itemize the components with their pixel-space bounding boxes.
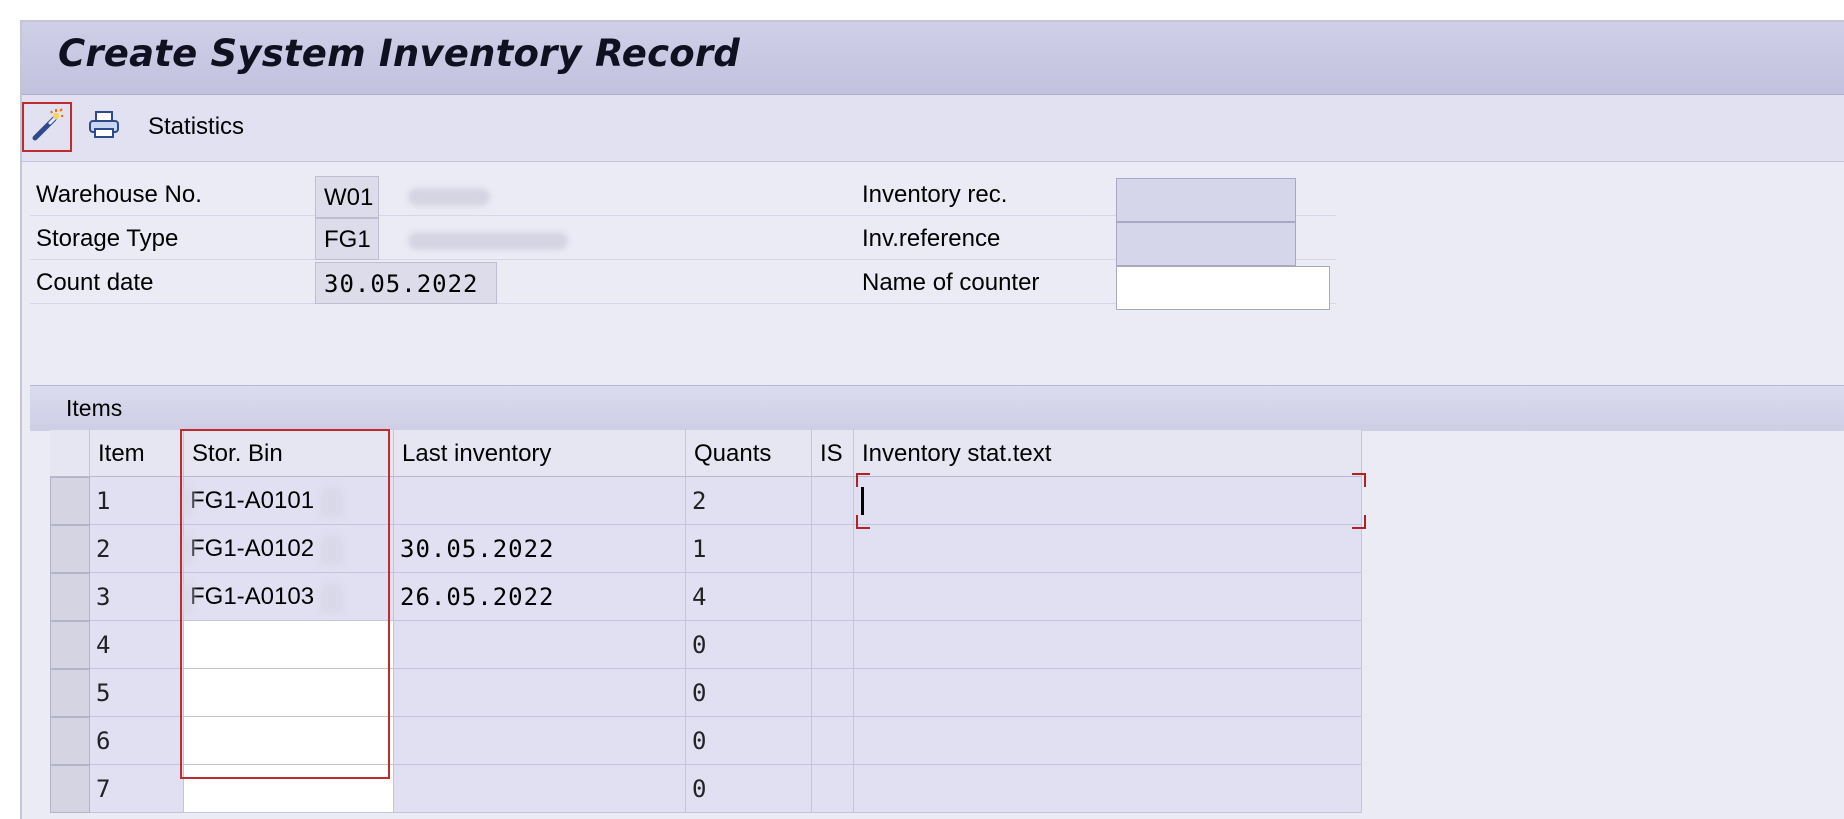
storage-type-description <box>408 232 568 250</box>
quants-cell: 1 <box>686 525 812 573</box>
last-inventory-cell <box>394 765 686 813</box>
item-cell: 6 <box>90 717 184 765</box>
col-inventory-stat-text[interactable]: Inventory stat.text <box>854 430 1362 477</box>
quants-cell: 4 <box>686 573 812 621</box>
focus-corner <box>856 515 870 529</box>
inv-reference-field[interactable] <box>1116 222 1296 266</box>
is-cell <box>812 621 854 669</box>
inventory-stat-text-input[interactable] <box>854 621 1362 669</box>
inventory-stat-text-input[interactable] <box>854 765 1362 813</box>
inventory-stat-text-input[interactable] <box>854 525 1362 573</box>
application-toolbar: Statistics <box>22 95 1844 162</box>
item-cell: 5 <box>90 669 184 717</box>
quants-cell: 2 <box>686 477 812 525</box>
warehouse-field[interactable]: W01 <box>315 176 379 218</box>
magic-wand-button[interactable] <box>22 102 72 152</box>
last-inventory-cell <box>394 477 686 525</box>
inventory-stat-text-input[interactable] <box>854 573 1362 621</box>
focus-corner <box>1352 515 1366 529</box>
last-inventory-cell <box>394 717 686 765</box>
is-cell <box>812 765 854 813</box>
last-inventory-cell: 30.05.2022 <box>394 525 686 573</box>
focus-corner <box>856 473 870 487</box>
is-cell <box>812 669 854 717</box>
row-selector[interactable] <box>50 477 90 525</box>
header-fields: Warehouse No. W01 Storage Type FG1 Count… <box>30 174 1530 364</box>
items-header: Items <box>30 385 1844 431</box>
item-cell: 4 <box>90 621 184 669</box>
item-cell: 1 <box>90 477 184 525</box>
row-selector[interactable] <box>50 765 90 813</box>
inventory-stat-text-input[interactable] <box>854 477 1362 525</box>
warehouse-description <box>408 188 490 206</box>
sap-window: Create System Inventory Record Statistic… <box>20 20 1844 819</box>
is-cell <box>812 717 854 765</box>
print-icon <box>87 110 121 145</box>
last-inventory-cell <box>394 621 686 669</box>
stor-bin-highlight <box>180 429 390 779</box>
inventory-stat-text-input[interactable] <box>854 717 1362 765</box>
focus-corner <box>1352 473 1366 487</box>
row-selector[interactable] <box>50 717 90 765</box>
item-cell: 3 <box>90 573 184 621</box>
magic-wand-icon <box>30 107 64 147</box>
quants-cell: 0 <box>686 669 812 717</box>
item-cell: 2 <box>90 525 184 573</box>
items-title: Items <box>66 395 123 421</box>
is-cell <box>812 525 854 573</box>
statistics-button[interactable]: Statistics <box>148 102 244 152</box>
storage-type-field[interactable]: FG1 <box>315 218 379 260</box>
row-selector[interactable] <box>50 525 90 573</box>
quants-cell: 0 <box>686 765 812 813</box>
is-cell <box>812 573 854 621</box>
col-is[interactable]: IS <box>812 430 854 477</box>
quants-cell: 0 <box>686 621 812 669</box>
items-panel: Items Item Stor. Bin Last inventory Quan… <box>30 385 1844 819</box>
print-button[interactable] <box>82 102 126 152</box>
counter-name-input[interactable] <box>1116 266 1330 310</box>
item-cell: 7 <box>90 765 184 813</box>
col-item[interactable]: Item <box>90 430 184 477</box>
col-last-inventory[interactable]: Last inventory <box>394 430 686 477</box>
row-selector[interactable] <box>50 669 90 717</box>
row-selector[interactable] <box>50 573 90 621</box>
page-title: Create System Inventory Record <box>58 32 740 75</box>
inventory-rec-field[interactable] <box>1116 178 1296 222</box>
text-cursor <box>861 487 864 515</box>
last-inventory-cell <box>394 669 686 717</box>
count-date-field[interactable]: 30.05.2022 <box>315 262 497 304</box>
last-inventory-cell: 26.05.2022 <box>394 573 686 621</box>
col-quants[interactable]: Quants <box>686 430 812 477</box>
row-selector[interactable] <box>50 621 90 669</box>
inventory-stat-text-input[interactable] <box>854 669 1362 717</box>
select-all-corner[interactable] <box>50 430 90 477</box>
title-bar: Create System Inventory Record <box>22 22 1844 95</box>
is-cell <box>812 477 854 525</box>
quants-cell: 0 <box>686 717 812 765</box>
